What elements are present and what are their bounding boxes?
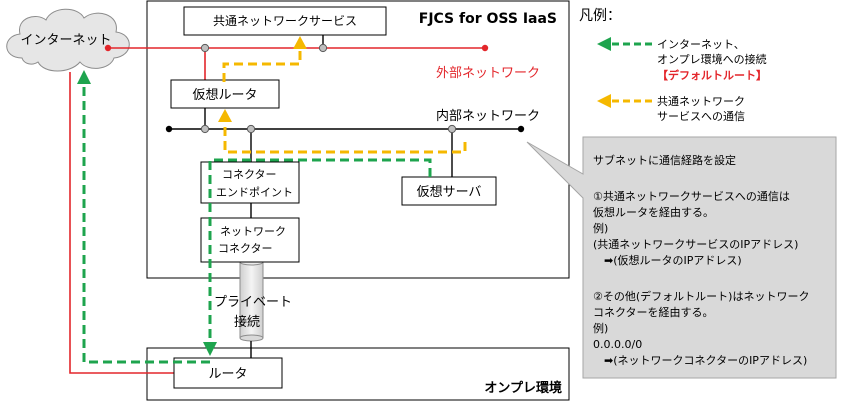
connector-endpoint-label-2: エンドポイント xyxy=(216,186,293,199)
router-label: ルータ xyxy=(208,367,247,382)
network-connector-label-2: コネクター xyxy=(218,242,273,255)
legend-title: 凡例： xyxy=(579,8,621,24)
legend-green-arrowhead xyxy=(597,37,611,51)
internal-network-label: 内部ネットワーク xyxy=(436,108,540,124)
connector-endpoint-label-1: コネクター xyxy=(222,168,277,181)
default-route-arrowhead-up xyxy=(77,70,91,84)
callout-line: ➡(仮想ルータのIPアドレス) xyxy=(593,253,742,267)
internet-port xyxy=(104,44,112,52)
external-network-label: 外部ネットワーク xyxy=(436,66,540,81)
legend-green-note: 【デフォルトルート】 xyxy=(657,68,767,82)
callout-line: ②その他(デフォルトルート)はネットワーク xyxy=(593,289,809,303)
internal-network-end-right xyxy=(517,125,525,133)
network-connector-label-1: ネットワーク xyxy=(220,225,286,238)
network-diagram: FJCS for OSS IaaS オンプレ環境 インターネット 外部ネットワー… xyxy=(6,0,837,401)
legend-yellow-arrowhead xyxy=(597,94,611,108)
callout-line: (共通ネットワークサービスのIPアドレス) xyxy=(593,238,798,251)
iaas-area-title: FJCS for OSS IaaS xyxy=(419,11,557,27)
callout-line: サブネットに通信経路を設定 xyxy=(593,153,736,167)
virtual-router-label: 仮想ルータ xyxy=(192,87,257,103)
internet-label: インターネット xyxy=(20,33,111,48)
callout-line: ➡(ネットワークコネクターのIPアドレス) xyxy=(593,354,807,367)
virtual-server-label: 仮想サーバ xyxy=(417,184,482,200)
callout-line: コネクターを経由する。 xyxy=(593,305,714,319)
onpremise-area-title: オンプレ環境 xyxy=(484,380,562,396)
private-connection-label-2: 接続 xyxy=(234,314,260,330)
legend-green-text-1: インターネット、 xyxy=(657,38,745,51)
internal-network-end-left xyxy=(165,125,173,133)
callout-line: 例) xyxy=(593,221,608,235)
callout-line: 0.0.0.0/0 xyxy=(593,338,642,351)
private-connection-label-1: プライベート xyxy=(214,295,292,310)
callout-line: ①共通ネットワークサービスへの通信は xyxy=(593,190,790,203)
external-network-end xyxy=(481,44,489,52)
shared-service-label: 共通ネットワークサービス xyxy=(213,14,357,28)
callout-line: 例) xyxy=(593,321,608,335)
callout-line: 仮想ルータを経由する。 xyxy=(593,205,714,219)
legend-yellow-text-1: 共通ネットワーク xyxy=(657,95,745,108)
legend-green-text-2: オンプレ環境への接続 xyxy=(657,52,767,66)
legend-yellow-text-2: サービスへの通信 xyxy=(657,110,745,123)
